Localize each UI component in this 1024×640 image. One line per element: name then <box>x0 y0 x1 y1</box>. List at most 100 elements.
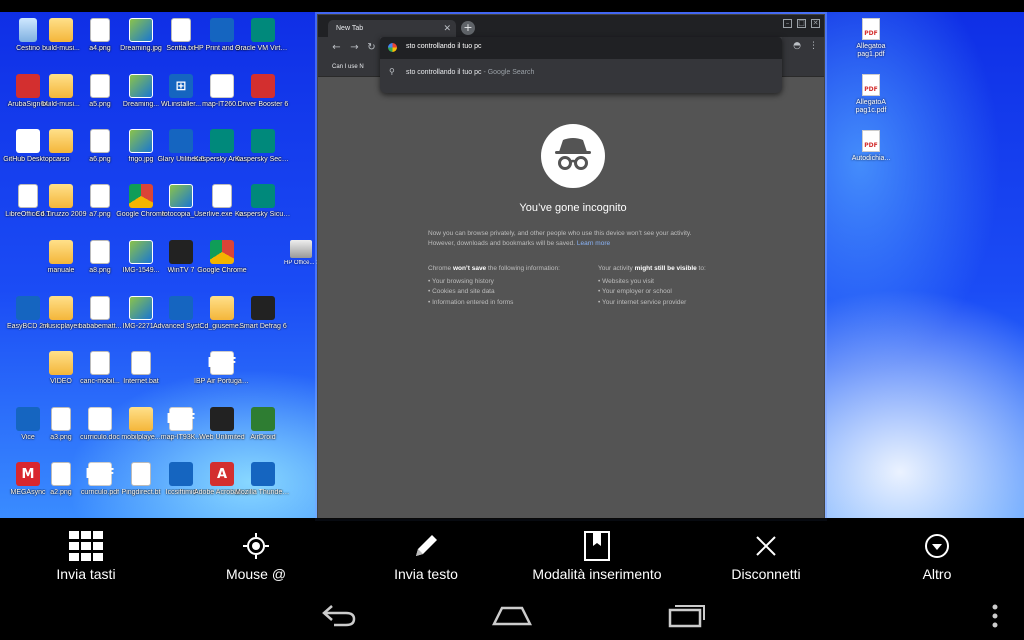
back-nav-icon[interactable] <box>320 602 358 632</box>
image-file-icon <box>51 462 71 486</box>
new-tab-button[interactable]: + <box>461 21 475 35</box>
desktop-icon-label: Internet.bat <box>123 378 159 385</box>
bookmark-page-icon <box>516 526 678 566</box>
desktop-icon[interactable]: Google Chrome <box>194 238 250 294</box>
address-bar[interactable]: sto controllando il tuo pc <box>380 37 782 59</box>
smart-defrag-icon <box>251 296 275 320</box>
close-window-icon[interactable]: ✕ <box>811 19 820 28</box>
desktop-icon[interactable]: AirDroid <box>235 405 291 461</box>
title-bar: New Tab ✕ + – □ ✕ <box>318 15 824 37</box>
list-item: Information entered in forms <box>428 298 588 309</box>
still-visible-heading: Your activity might still be visible to: <box>598 264 758 275</box>
incognito-title: You’ve gone incognito <box>519 202 627 214</box>
file-icon <box>90 296 110 320</box>
folder-icon <box>49 129 73 153</box>
acrobat-icon: A <box>210 462 234 486</box>
back-icon[interactable]: ← <box>330 41 343 54</box>
desktop-icon-label: Kaspersky Sicurezza... <box>235 211 291 218</box>
mouse-label: Mouse @ <box>225 566 287 582</box>
desktop-edge-shortcut[interactable]: HP Office... 3830 serie <box>284 240 318 267</box>
desktop-icon[interactable]: PDF IBP Air Portugal de... <box>194 349 250 405</box>
desktop-pdf-file[interactable]: PDF Autodichia... <box>844 130 898 163</box>
menu-dots-icon[interactable]: ⋮ <box>809 41 818 51</box>
image-icon <box>129 240 153 264</box>
chrome-icon <box>129 184 153 208</box>
more-button[interactable]: Altro <box>896 518 978 590</box>
keypad-grid-icon <box>30 526 142 566</box>
wont-save-column: Chrome won’t save the following informat… <box>428 264 588 308</box>
desktop-pdf-file[interactable]: PDF AllegatoA pag1c.pdf <box>844 74 898 115</box>
send-keys-label: Invia tasti <box>56 566 116 582</box>
mouse-button[interactable]: Mouse @ <box>206 518 306 590</box>
more-label: Altro <box>922 566 952 582</box>
folder-icon <box>49 240 73 264</box>
crosshair-icon <box>206 526 306 566</box>
image-file-icon <box>90 18 110 42</box>
heading-prefix: Chrome <box>428 265 453 272</box>
incognito-icon <box>541 124 605 188</box>
send-text-button[interactable]: Invia testo <box>376 518 476 590</box>
wont-save-heading: Chrome won’t save the following informat… <box>428 264 588 275</box>
image-file-icon <box>90 129 110 153</box>
desktop-pdf-file[interactable]: PDF Allegatoa pag1.pdf <box>844 18 898 59</box>
forward-icon[interactable]: → <box>348 41 361 54</box>
desktop-icon[interactable]: Driver Booster 6 <box>235 72 291 128</box>
desktop-icon[interactable]: Kaspersky Secure Co... <box>235 127 291 183</box>
folder-icon <box>49 74 73 98</box>
ie-icon <box>169 462 193 486</box>
list-item: Your internet service provider <box>598 298 758 309</box>
incognito-badge-icon[interactable]: ◓ <box>793 41 801 51</box>
overflow-menu-icon[interactable] <box>990 604 1000 632</box>
pdf-icon: PDF <box>862 130 880 152</box>
list-item: Websites you visit <box>598 277 758 288</box>
desktop-icon[interactable]: Internet.bat <box>113 349 169 405</box>
heading-bold: might still be visible <box>634 265 697 272</box>
close-tab-icon[interactable]: ✕ <box>443 23 451 34</box>
insert-mode-button[interactable]: Modalità inserimento <box>516 518 678 590</box>
desktop-icon[interactable]: Kaspersky Sicurezza... <box>235 182 291 238</box>
omnibox-dropdown: sto controllando il tuo pc ⚲ sto control… <box>380 37 782 93</box>
omnibox-suggestion[interactable]: ⚲ sto controllando il tuo pc - Google Se… <box>380 65 782 83</box>
heading-bold: won’t save <box>452 265 487 272</box>
desktop-icon[interactable]: Mozilla Thunderbird <box>235 460 291 516</box>
bat-icon <box>131 351 151 375</box>
driver-booster-icon <box>251 74 275 98</box>
kaspersky-icon <box>251 129 275 153</box>
learn-more-link[interactable]: Learn more <box>577 240 610 247</box>
desktop-icon-label: Kaspersky Secure Co... <box>235 156 291 163</box>
reload-icon[interactable]: ↻ <box>365 41 378 54</box>
windows-icon: ⊞ <box>169 74 193 98</box>
home-nav-icon[interactable] <box>491 602 533 632</box>
desktop-icon-label: Driver Booster 6 <box>237 101 289 108</box>
folder-icon <box>49 296 73 320</box>
bookmark-item[interactable]: Can I use N <box>332 64 364 70</box>
tab-new-tab[interactable]: New Tab ✕ <box>328 20 456 37</box>
thunderbird-icon <box>251 462 275 486</box>
word-icon: W <box>88 407 112 431</box>
airdroid-icon <box>251 407 275 431</box>
minimize-icon[interactable]: – <box>783 19 792 28</box>
send-keys-button[interactable]: Invia tasti <box>30 518 142 590</box>
wont-save-list: Your browsing history Cookies and site d… <box>428 277 588 309</box>
desktop-icon[interactable]: Smart Defrag 6 <box>235 294 291 350</box>
disconnect-button[interactable]: Disconnetti <box>716 518 816 590</box>
heading-suffix: to: <box>696 265 706 272</box>
incognito-description: Now you can browse privately, and other … <box>428 229 718 249</box>
incognito-description-text: Now you can browse privately, and other … <box>428 230 692 247</box>
maximize-icon[interactable]: □ <box>797 19 806 28</box>
desktop-icon[interactable]: Oracle VM VirtualBox <box>235 16 291 72</box>
recent-apps-icon[interactable] <box>668 602 706 632</box>
list-item: Your employer or school <box>598 287 758 298</box>
remote-control-toolbar: Invia tasti Mouse @ Invia testo Modalità… <box>0 518 1024 590</box>
pdf-icon: PDF <box>862 18 880 40</box>
folder-icon <box>49 351 73 375</box>
image-file-icon <box>51 407 71 431</box>
suggestion-query: sto controllando il tuo pc <box>406 69 482 76</box>
screen: Cestino ArubaSign64 ● GitHub Desktop LibreOf… <box>0 0 1024 640</box>
desktop-icon-label: AirDroid <box>250 434 276 441</box>
desktop-icon-label: Mozilla Thunderbird <box>235 489 291 496</box>
suggestion-suffix: - Google Search <box>481 69 535 76</box>
image-icon <box>129 129 153 153</box>
word-icon: W <box>210 74 234 98</box>
desktop-icon-label: AllegatoA pag1c.pdf <box>855 99 887 114</box>
